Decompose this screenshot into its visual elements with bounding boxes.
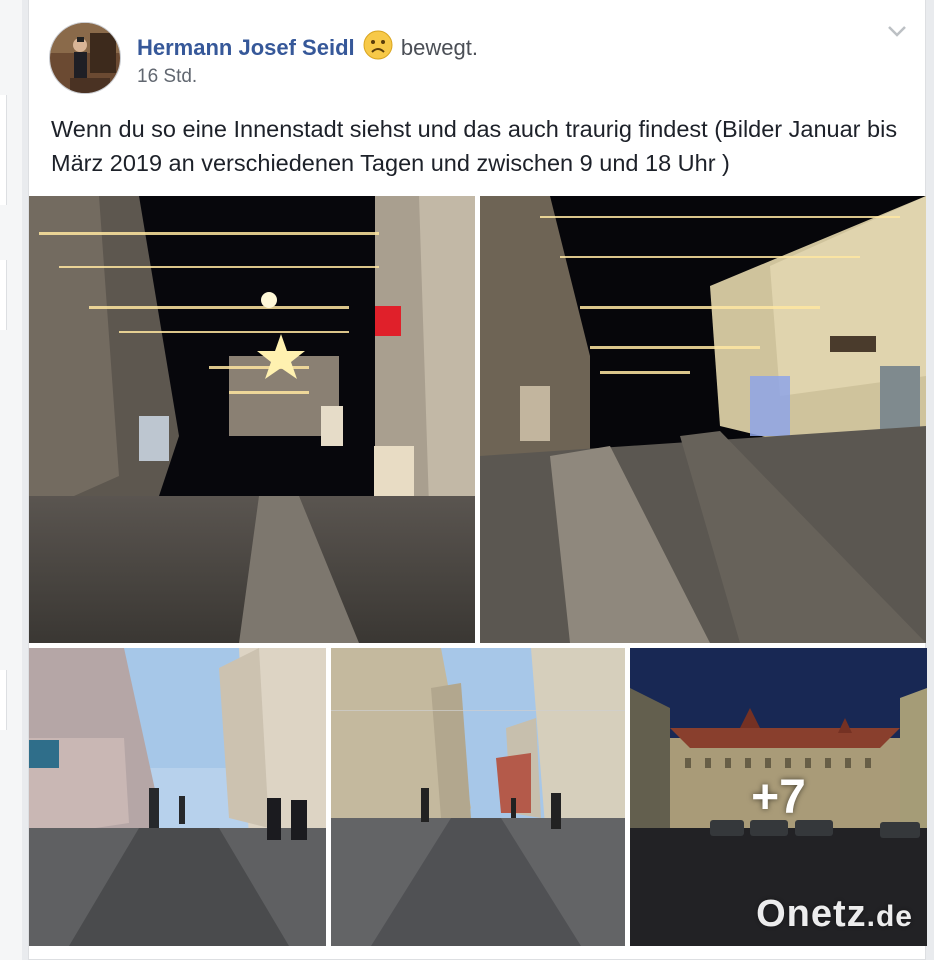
post-text: Wenn du so eine Innenstadt siehst und da… <box>51 116 898 176</box>
chevron-down-icon[interactable] <box>887 24 907 43</box>
avatar[interactable] <box>49 22 121 94</box>
post-photo-night-street-2[interactable] <box>480 196 926 643</box>
post-photo-day-street-1[interactable] <box>29 648 326 946</box>
left-sidebar-strip <box>0 0 22 960</box>
post-photo-town-square[interactable]: +7 Onetz.de <box>630 648 927 946</box>
more-photos-count: +7 <box>751 770 806 824</box>
post-timestamp[interactable]: 16 Std. <box>137 66 197 88</box>
sad-face-emoji <box>363 30 393 66</box>
sidebar-edge <box>0 95 7 205</box>
post-photo-night-street-1[interactable] <box>29 196 475 643</box>
sidebar-edge <box>0 670 7 730</box>
author-name-link[interactable]: Hermann Josef Seidl <box>137 35 355 60</box>
feeling-text: bewegt. <box>400 35 478 60</box>
onetz-watermark-logo: Onetz.de <box>756 893 913 935</box>
post-header: Hermann Josef Seidl bewegt. <box>137 30 478 66</box>
sidebar-edge <box>0 260 7 330</box>
post-card: Hermann Josef Seidl bewegt. 16 Std. Wenn… <box>28 0 927 960</box>
post-photo-day-street-2[interactable] <box>331 648 625 946</box>
